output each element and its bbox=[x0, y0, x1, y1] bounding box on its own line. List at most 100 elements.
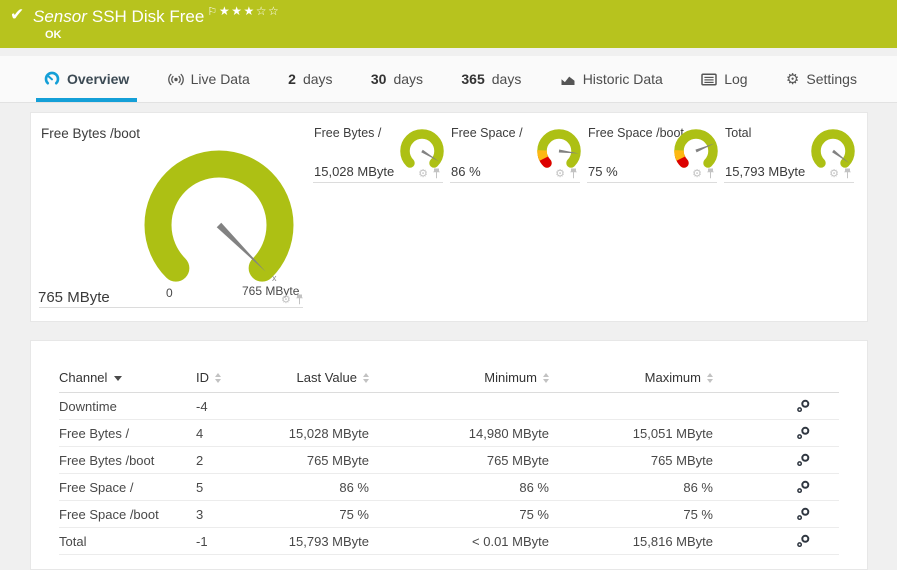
cell-id: -4 bbox=[196, 398, 208, 414]
cell-id: 4 bbox=[196, 425, 204, 441]
sort-icon bbox=[215, 372, 221, 383]
cell-last-value: 15,793 MByte bbox=[288, 533, 369, 549]
cell-channel: Free Bytes / bbox=[59, 425, 130, 441]
column-header-maximum[interactable]: Maximum bbox=[549, 370, 713, 385]
priority-stars[interactable]: ★★★☆☆ bbox=[219, 4, 280, 18]
small-gauge-actions: ⚙ bbox=[829, 168, 852, 179]
priority-flag-icon[interactable]: ⚐ bbox=[207, 5, 217, 18]
small-gauge-value: 15,028 MByte bbox=[314, 164, 395, 179]
small-gauge-value: 75 % bbox=[588, 164, 618, 179]
pin-icon[interactable] bbox=[706, 168, 715, 179]
cell-last-value: 765 MByte bbox=[306, 452, 369, 468]
gauge-settings-gear-icon[interactable]: ⚙ bbox=[829, 168, 839, 179]
stars-filled[interactable]: ★★★ bbox=[219, 4, 256, 18]
small-gauge-free-space-root[interactable]: Free Space / 86 % ⚙ bbox=[450, 125, 581, 183]
channel-table-panel: Channel ID Last Value Minimum Maximum Do… bbox=[30, 340, 868, 570]
cell-channel: Downtime bbox=[59, 398, 117, 414]
gauge-settings-gear-icon[interactable]: ⚙ bbox=[418, 168, 428, 179]
small-gauge-actions: ⚙ bbox=[692, 168, 715, 179]
tab-settings[interactable]: ⚙ Settings bbox=[786, 56, 857, 102]
sensor-title: Sensor SSH Disk Free ⚐ bbox=[33, 5, 217, 27]
tab-settings-label: Settings bbox=[806, 71, 857, 87]
small-gauge-actions: ⚙ bbox=[418, 168, 441, 179]
small-gauge-total[interactable]: Total 15,793 MByte ⚙ bbox=[724, 125, 855, 183]
cell-last-value: 75 % bbox=[339, 506, 369, 522]
pin-icon[interactable] bbox=[295, 294, 304, 305]
sensor-title-prefix: Sensor bbox=[33, 7, 87, 26]
small-gauge-title: Free Bytes / bbox=[314, 126, 382, 140]
cell-id: 5 bbox=[196, 479, 204, 495]
column-header-id[interactable]: ID bbox=[196, 370, 256, 385]
gauges-panel: Free Bytes /boot x 765 MByte 0 765 MByte… bbox=[30, 112, 868, 322]
cell-id: 2 bbox=[196, 452, 204, 468]
needle-marker: x bbox=[272, 273, 277, 283]
main-gauge-dial[interactable] bbox=[124, 130, 314, 295]
cell-minimum: 86 % bbox=[519, 479, 549, 495]
pin-icon[interactable] bbox=[843, 168, 852, 179]
gauge-settings-gear-icon[interactable]: ⚙ bbox=[281, 294, 291, 305]
pin-icon[interactable] bbox=[432, 168, 441, 179]
tab-30-days-number: 30 bbox=[370, 71, 387, 87]
table-row-free-space-root: Free Space / 5 86 % 86 % 86 % bbox=[59, 474, 839, 501]
cell-minimum: < 0.01 MByte bbox=[472, 533, 549, 549]
tab-30-days[interactable]: 30 days bbox=[371, 56, 423, 102]
cell-maximum: 765 MByte bbox=[650, 452, 713, 468]
channel-settings-icon[interactable] bbox=[796, 399, 811, 413]
stars-empty[interactable]: ☆☆ bbox=[256, 4, 281, 18]
small-gauge-free-bytes-root[interactable]: Free Bytes / 15,028 MByte ⚙ bbox=[313, 125, 444, 183]
gauge-settings-gear-icon[interactable]: ⚙ bbox=[692, 168, 702, 179]
table-row-free-space-boot: Free Space /boot 3 75 % 75 % 75 % bbox=[59, 501, 839, 528]
table-row-downtime: Downtime -4 bbox=[59, 393, 839, 420]
sort-icon bbox=[707, 372, 713, 383]
main-gauge-value: 765 MByte bbox=[38, 289, 110, 306]
tab-2-days[interactable]: 2 days bbox=[288, 56, 332, 102]
pin-icon[interactable] bbox=[569, 168, 578, 179]
cell-channel: Free Space /boot bbox=[59, 506, 159, 522]
status-ok-check-icon: ✔ bbox=[10, 5, 25, 25]
sensor-title-name: SSH Disk Free bbox=[91, 7, 205, 26]
cell-minimum: 75 % bbox=[519, 506, 549, 522]
cell-id: 3 bbox=[196, 506, 204, 522]
main-gauge-actions: ⚙ bbox=[281, 294, 304, 305]
small-gauge-value: 86 % bbox=[451, 164, 481, 179]
channel-settings-icon[interactable] bbox=[796, 453, 811, 467]
live-data-icon bbox=[167, 73, 184, 86]
column-header-minimum[interactable]: Minimum bbox=[369, 370, 549, 385]
tab-historic-data[interactable]: Historic Data bbox=[560, 56, 663, 102]
cell-maximum: 86 % bbox=[683, 479, 713, 495]
tab-365-days-unit: days bbox=[491, 71, 522, 87]
sensor-status-badge: OK bbox=[45, 29, 62, 41]
tab-historic-data-label: Historic Data bbox=[582, 71, 663, 87]
small-gauge-free-space-boot[interactable]: Free Space /boot 75 % ⚙ bbox=[587, 125, 718, 183]
settings-gear-icon: ⚙ bbox=[785, 69, 800, 88]
tab-30-days-unit: days bbox=[393, 71, 424, 87]
main-gauge-scale-min: 0 bbox=[166, 286, 173, 300]
cell-id: -1 bbox=[196, 533, 208, 549]
cell-maximum: 15,051 MByte bbox=[632, 425, 713, 441]
small-gauge-title: Total bbox=[725, 126, 752, 140]
tab-live-data[interactable]: Live Data bbox=[167, 56, 250, 102]
gauge-settings-gear-icon[interactable]: ⚙ bbox=[555, 168, 565, 179]
log-list-icon bbox=[701, 72, 717, 86]
tab-365-days-number: 365 bbox=[461, 71, 485, 87]
cell-maximum: 75 % bbox=[683, 506, 713, 522]
channel-settings-icon[interactable] bbox=[796, 426, 811, 440]
tab-log-label: Log bbox=[724, 71, 748, 87]
channel-table-header: Channel ID Last Value Minimum Maximum bbox=[59, 363, 839, 393]
column-header-channel[interactable]: Channel bbox=[59, 370, 196, 385]
channel-settings-icon[interactable] bbox=[796, 480, 811, 494]
gauge-icon bbox=[44, 71, 60, 87]
cell-last-value: 15,028 MByte bbox=[288, 425, 369, 441]
tab-log[interactable]: Log bbox=[701, 56, 748, 102]
tab-overview-label: Overview bbox=[67, 71, 130, 87]
tab-bar: Overview Live Data 2 days 30 days 365 da… bbox=[0, 56, 897, 103]
tab-365-days[interactable]: 365 days bbox=[461, 56, 521, 102]
channel-settings-icon[interactable] bbox=[796, 534, 811, 548]
cell-channel: Free Space / bbox=[59, 479, 134, 495]
tab-overview[interactable]: Overview bbox=[35, 56, 138, 102]
tab-2-days-unit: days bbox=[302, 71, 333, 87]
channel-settings-icon[interactable] bbox=[796, 507, 811, 521]
small-gauge-value: 15,793 MByte bbox=[725, 164, 806, 179]
column-header-last-value[interactable]: Last Value bbox=[256, 370, 369, 385]
tab-live-data-label: Live Data bbox=[190, 71, 250, 87]
